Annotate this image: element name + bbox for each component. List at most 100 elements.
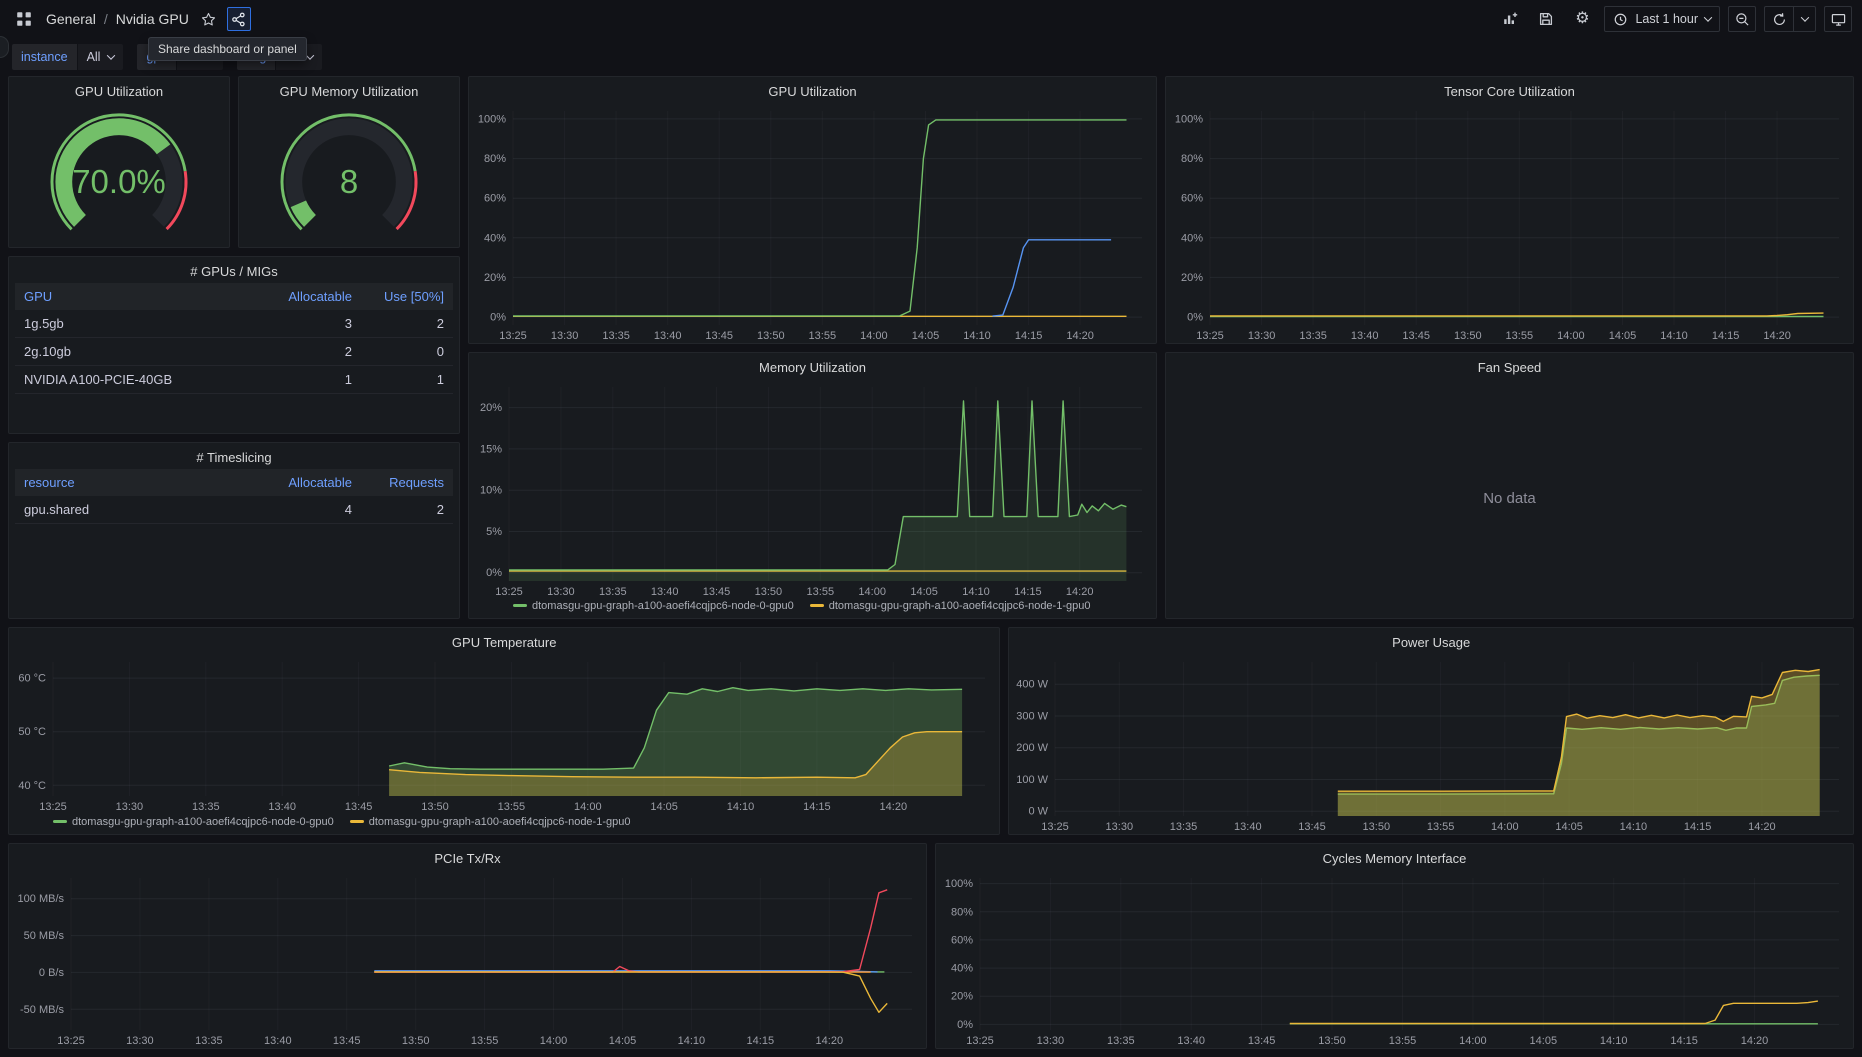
variable-value-instance[interactable]: All [77,44,124,70]
time-range-picker[interactable]: Last 1 hour [1604,6,1720,32]
panel-gpu-utilization-gauge: GPU Utilization 70.0% [8,76,230,248]
svg-text:20%: 20% [480,402,502,414]
svg-text:50 °C: 50 °C [18,726,46,738]
cycles-memory-interface-chart[interactable]: 0% 20% 40% 60% 80% 100% 13:25 13:30 13:35 13:40 13… [936,870,1853,1048]
column-header[interactable]: Use [50%] [361,283,453,310]
dashboard-settings-button[interactable]: ⚙ [1568,5,1596,33]
svg-text:13:55: 13:55 [809,330,837,342]
svg-text:13:55: 13:55 [1506,330,1534,342]
column-header[interactable]: resource [15,468,269,496]
svg-text:13:40: 13:40 [651,586,679,598]
svg-text:13:30: 13:30 [547,586,575,598]
column-header[interactable]: Requests [361,468,453,496]
svg-text:100%: 100% [478,113,506,125]
panel-title[interactable]: Cycles Memory Interface [936,844,1853,870]
gpus-migs-table: GPU Allocatable Use [50%] 1g.5gb 3 2 2g.10gb 2 0… [15,283,453,427]
legend-item[interactable]: dtomasgu-gpu-graph-a100-aoefi4cqjpc6-nod… [809,600,1090,612]
breadcrumb-section[interactable]: General [46,11,96,27]
power-usage-chart[interactable]: 0 W 100 W 200 W 300 W 400 W 13:25 13:30 13:35 13… [1009,654,1853,834]
panel-title[interactable]: GPU Temperature [9,628,999,654]
memory-utilization-chart[interactable]: 0% 5% 10% 15% 20% 13:25 13:30 13:35 13:40 13:45 13… [469,379,1156,599]
zoom-out-icon [1735,12,1750,27]
svg-text:14:05: 14:05 [912,330,940,342]
breadcrumb-separator: / [103,11,108,27]
legend-item[interactable]: dtomasgu-gpu-graph-a100-aoefi4cqjpc6-nod… [349,816,630,828]
svg-text:13:35: 13:35 [1299,330,1327,342]
svg-text:40%: 40% [951,963,973,975]
panel-title[interactable]: # Timeslicing [9,443,459,469]
svg-text:0%: 0% [486,567,502,579]
svg-text:13:55: 13:55 [471,1035,499,1047]
panel-title[interactable]: GPU Utilization [469,77,1156,103]
chevron-down-icon [1703,13,1713,22]
panel-title[interactable]: # GPUs / MIGs [9,257,459,283]
legend-series-marker [349,820,364,823]
svg-text:14:05: 14:05 [1556,821,1584,833]
column-header[interactable]: Allocatable [269,283,361,310]
tensor-core-utilization-chart[interactable]: 0% 20% 40% 60% 80% 100% 13:25 13:30 13:35 13:40 13… [1166,103,1853,343]
svg-text:100%: 100% [945,878,973,890]
svg-text:80%: 80% [951,906,973,918]
legend-series-marker [513,604,527,607]
refresh-interval-button[interactable] [1793,7,1815,31]
gauge-value: 8 [339,162,359,200]
gpu-utilization-chart[interactable]: 0% 20% 40% 60% 80% 100% 13:25 13:30 13:35 13:40 13… [469,103,1156,343]
svg-text:0%: 0% [957,1019,973,1031]
share-tooltip: Share dashboard or panel [148,37,307,61]
svg-text:40 °C: 40 °C [18,780,46,792]
share-button[interactable] [226,7,251,31]
refresh-icon [1772,12,1787,27]
legend-item[interactable]: dtomasgu-gpu-graph-a100-aoefi4cqjpc6-nod… [53,816,334,828]
pcie-tx-rx-chart[interactable]: -50 MB/s 0 B/s 50 MB/s 100 MB/s 13:25 13:30 13… [9,870,926,1048]
column-header[interactable]: Allocatable [269,468,361,496]
panel-title[interactable]: PCIe Tx/Rx [9,844,926,870]
svg-text:13:55: 13:55 [498,801,526,813]
panel-title[interactable]: Tensor Core Utilization [1166,77,1853,103]
add-panel-button[interactable] [1496,5,1524,33]
svg-text:20%: 20% [484,272,506,284]
legend-item[interactable]: dtomasgu-gpu-graph-a100-aoefi4cqjpc6-nod… [513,600,794,612]
panel-title[interactable]: GPU Utilization [9,77,229,103]
star-icon [201,12,216,27]
variable-label-instance[interactable]: instance [12,44,77,70]
svg-text:13:25: 13:25 [39,801,67,813]
svg-text:13:25: 13:25 [495,586,523,598]
panel-gpu-utilization-chart: GPU Utilization 0% 20% 40% 60% 80% 100% 13:25 1… [468,76,1157,344]
svg-text:14:05: 14:05 [1530,1035,1558,1047]
svg-text:0%: 0% [1187,312,1203,324]
svg-text:14:20: 14:20 [1741,1035,1769,1047]
monitor-icon [1831,12,1846,27]
panel-title[interactable]: Power Usage [1009,628,1853,654]
svg-text:13:25: 13:25 [966,1035,994,1047]
panel-title[interactable]: Memory Utilization [469,353,1156,379]
svg-text:13:55: 13:55 [807,586,835,598]
panel-tensor-core-utilization: Tensor Core Utilization 0% 20% 40% 60% 80% 10… [1165,76,1854,344]
svg-text:14:05: 14:05 [910,586,938,598]
column-header[interactable]: GPU [15,283,269,310]
breadcrumb-title[interactable]: Nvidia GPU [116,11,189,27]
save-dashboard-button[interactable] [1532,5,1560,33]
panel-title[interactable]: GPU Memory Utilization [239,77,459,103]
svg-text:13:45: 13:45 [1299,821,1327,833]
svg-text:14:05: 14:05 [650,801,678,813]
table-row: 2g.10gb 2 0 [15,337,453,366]
svg-text:14:15: 14:15 [1684,821,1712,833]
svg-text:100%: 100% [1175,113,1203,125]
svg-text:14:00: 14:00 [1557,330,1585,342]
svg-text:14:10: 14:10 [678,1035,706,1047]
gauge-value: 70.0% [72,162,166,200]
panel-title[interactable]: Fan Speed [1166,353,1853,379]
clock-icon [1613,12,1628,27]
svg-text:60 °C: 60 °C [18,673,46,685]
panel-timeslicing: # Timeslicing resource Allocatable Request… [8,441,460,619]
gpu-temperature-chart[interactable]: 40 °C 50 °C 60 °C 13:25 13:30 13:35 13:40 13:45… [9,654,999,814]
svg-text:13:25: 13:25 [1042,821,1070,833]
favorite-button[interactable] [197,7,221,31]
refresh-button[interactable] [1765,7,1793,31]
svg-text:14:10: 14:10 [1600,1035,1628,1047]
zoom-out-button[interactable] [1728,6,1756,32]
dashboard-grid: GPU Utilization 70.0% GPU Memory Utiliza… [0,76,1862,1057]
apps-menu-button[interactable] [10,5,38,33]
svg-text:13:40: 13:40 [1234,821,1262,833]
kiosk-mode-button[interactable] [1824,6,1852,32]
